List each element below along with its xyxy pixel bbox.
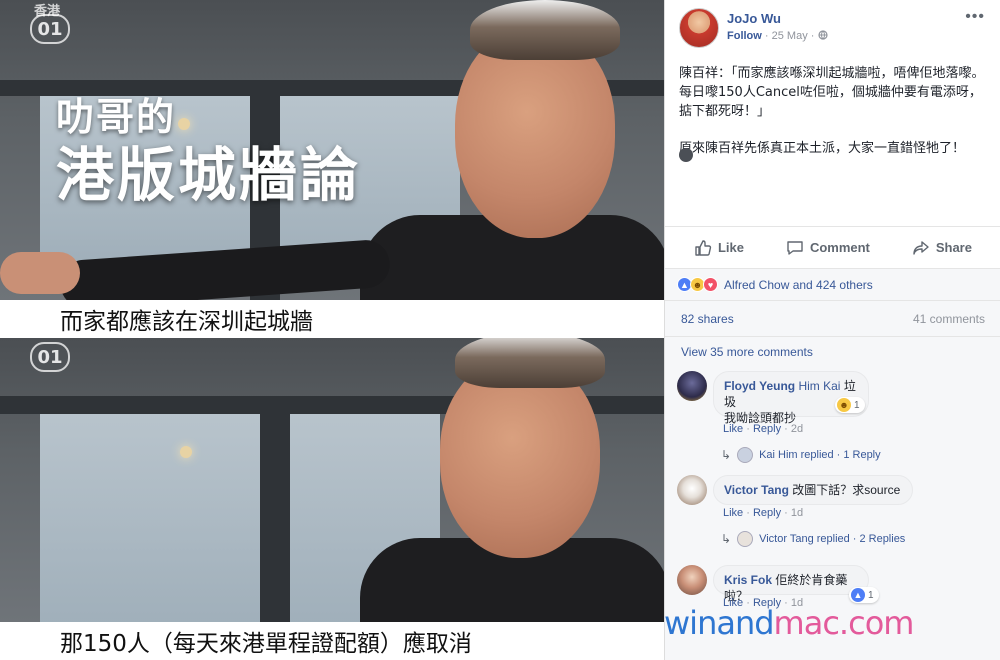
hk01-logo: 01 xyxy=(30,342,70,372)
reply-summary-count: 2 Replies xyxy=(859,533,906,545)
reply-arrow-icon: ↳ xyxy=(721,532,732,546)
post-paragraph: 陳百祥：「而家應該喺深圳起城牆啦，唔俾佢地落嚟。每日嚟150人Cancel咗佢啦… xyxy=(679,66,985,119)
haha-reaction-icon: ☻ xyxy=(837,398,851,412)
share-arrow-icon xyxy=(913,240,929,255)
like-reaction-icon: ▲ xyxy=(851,588,865,602)
author-name[interactable]: JoJo Wu xyxy=(727,11,781,26)
reaction-count: 1 xyxy=(868,589,874,601)
post-date[interactable]: 25 May xyxy=(772,30,808,42)
comment-item: Victor Tang 改圖下話？求source Like · Reply · … xyxy=(677,475,997,555)
reactions-text[interactable]: Alfred Chow and 424 others xyxy=(724,278,873,292)
comment-like-link[interactable]: Like xyxy=(723,423,743,435)
video-frames: 香港 01 叻哥的 港版城牆論 而家都應該在深圳起城牆 01 那150人（每天來… xyxy=(0,0,664,660)
mention-tag[interactable]: Him Kai xyxy=(798,379,840,393)
video-title-line2: 港版城牆論 xyxy=(56,141,362,209)
comment-like-link[interactable]: Like xyxy=(723,507,743,519)
share-label: Share xyxy=(935,240,972,255)
commenter-avatar[interactable] xyxy=(677,475,707,505)
comment-bubble: Victor Tang 改圖下話？求source xyxy=(713,475,913,505)
globe-icon xyxy=(817,30,828,40)
reply-summary-name: Kai Him replied xyxy=(759,449,834,461)
reply-summary-count: 1 Reply xyxy=(843,449,881,461)
reaction-count: 1 xyxy=(854,399,860,411)
comment-reaction-badge[interactable]: ☻ 1 xyxy=(835,397,865,413)
comment-icon xyxy=(787,240,803,255)
comment-button[interactable]: Comment xyxy=(786,239,870,257)
commenter-avatar[interactable] xyxy=(677,371,707,401)
speaker-hair xyxy=(455,338,605,388)
like-button[interactable]: Like xyxy=(694,239,744,257)
person-emoji-icon xyxy=(679,148,693,162)
comment-actions: Like · Reply · 1d xyxy=(723,507,804,519)
video-frame-top: 香港 01 叻哥的 港版城牆論 xyxy=(0,0,664,300)
speaker-head xyxy=(440,358,600,558)
reply-summary-separator: · xyxy=(836,449,841,461)
love-reaction-icon: ♥ xyxy=(703,277,718,292)
post-paragraph: 原來陳百祥先係真正本土派，大家一直錯怪牠了！ xyxy=(679,141,966,156)
like-label: Like xyxy=(717,240,744,255)
reply-summary-name: Victor Tang replied xyxy=(759,533,850,545)
comment-reply-link[interactable]: Reply xyxy=(753,423,781,435)
commenter-name[interactable]: Victor Tang xyxy=(724,483,789,497)
reply-arrow-icon: ↳ xyxy=(721,448,732,462)
author-avatar[interactable] xyxy=(679,8,719,48)
facebook-post: JoJo Wu Follow · 25 May · ••• 陳百祥：「而家應該喺… xyxy=(664,0,1000,660)
comment-label: Comment xyxy=(809,240,870,255)
shares-count[interactable]: 82 shares xyxy=(681,312,734,326)
reply-summary-separator: · xyxy=(852,533,857,545)
speaker-hand xyxy=(0,252,80,294)
share-button[interactable]: Share xyxy=(912,239,972,257)
post-meta: Follow · 25 May · xyxy=(727,30,828,42)
engagement-counts: 82 shares 41 comments xyxy=(665,300,1000,336)
commenter-name[interactable]: Kris Fok xyxy=(724,573,772,587)
comment-time[interactable]: 1d xyxy=(791,507,803,519)
subtitle-top: 而家都應該在深圳起城牆 xyxy=(0,300,664,338)
post-actions: Like Comment Share xyxy=(665,226,1000,268)
comment-text: 改圖下話？求source xyxy=(792,483,901,497)
window-frame xyxy=(260,396,290,622)
commenter-name[interactable]: Floyd Yeung xyxy=(724,379,795,393)
replier-avatar xyxy=(737,531,754,547)
follow-link[interactable]: Follow xyxy=(727,30,762,42)
video-frame-bottom: 01 xyxy=(0,338,664,622)
comment-actions: Like · Reply · 2d xyxy=(723,423,804,435)
more-dots-icon[interactable]: ••• xyxy=(965,8,985,26)
comment-bubble: Kris Fok 佢終於肯食藥啦？ xyxy=(713,565,869,603)
hk01-logo: 01 xyxy=(30,14,70,44)
watermark-part: winand xyxy=(664,604,775,642)
ceiling-lamp xyxy=(180,446,192,458)
commenter-avatar[interactable] xyxy=(677,565,707,595)
post-header: JoJo Wu Follow · 25 May · ••• xyxy=(679,8,991,48)
reply-summary[interactable]: ↳ Kai Him replied · 1 Reply xyxy=(721,447,881,463)
site-watermark: winandmac.com xyxy=(664,604,915,642)
comment-reply-link[interactable]: Reply xyxy=(753,507,781,519)
window-pane xyxy=(40,413,260,622)
meta-separator: · xyxy=(810,30,818,42)
reply-summary[interactable]: ↳ Victor Tang replied · 2 Replies xyxy=(721,531,905,547)
reactions-summary[interactable]: ▲ ☻ ♥ Alfred Chow and 424 others xyxy=(665,268,1000,300)
comment-time[interactable]: 2d xyxy=(791,423,803,435)
meta-separator: · xyxy=(764,30,772,42)
comment-item: Floyd Yeung Him Kai 垃圾 我呦諗頭都抄 ☻ 1 Like ·… xyxy=(677,371,997,463)
post-body: 陳百祥：「而家應該喺深圳起城牆啦，唔俾佢地落嚟。每日嚟150人Cancel咗佢啦… xyxy=(679,64,989,176)
view-more-comments-link[interactable]: View 35 more comments xyxy=(681,345,813,359)
speaker-hair xyxy=(470,0,620,60)
watermark-part: mac.com xyxy=(773,604,915,642)
subtitle-bottom: 那150人（每天來港單程證配額）應取消 xyxy=(0,622,664,660)
comments-count[interactable]: 41 comments xyxy=(913,312,985,326)
thumbs-up-icon xyxy=(695,239,712,256)
comment-reaction-badge[interactable]: ▲ 1 xyxy=(849,587,879,603)
replier-avatar xyxy=(737,447,754,463)
